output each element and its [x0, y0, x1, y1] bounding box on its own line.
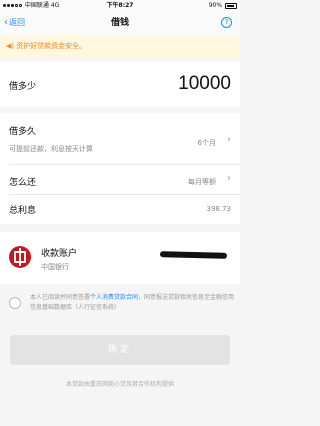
footer-note: 本贷款由重庆网商小贷及其合作机构提供 — [65, 381, 174, 388]
status-bar: 中国联通 4G 下午8:27 90% — [0, 0, 240, 11]
repayment-value: 每月等额 — [188, 178, 216, 186]
duration-label: 借多久 — [9, 127, 37, 137]
duration-hint: 可提前还款，利息按天计算 — [9, 145, 93, 153]
question-icon: ? — [224, 18, 229, 26]
redacted-account-number — [159, 251, 228, 259]
battery-icon — [225, 2, 237, 9]
notice-text: 资护好贷款资金安全。 — [16, 42, 87, 50]
confirm-button[interactable]: 确定 — [10, 335, 230, 365]
nav-bar: ‹返回 借钱 ? — [0, 11, 240, 35]
divider — [9, 194, 240, 195]
battery-info: 90% — [209, 0, 237, 11]
account-card[interactable]: 收款账户 中国银行 — [0, 232, 240, 284]
interest-label: 总利息 — [9, 206, 37, 216]
battery-percent: 90% — [208, 2, 223, 9]
duration-value: 6个月 — [197, 139, 216, 147]
account-title: 收款账户 — [41, 249, 78, 259]
repayment-label: 怎么还 — [9, 178, 37, 188]
interest-value: 398.73 — [206, 205, 232, 213]
agreement-prefix: 本人已阅读并同意签署 — [30, 294, 91, 301]
status-time: 下午8:27 — [106, 2, 134, 9]
page-title: 借钱 — [110, 18, 129, 28]
amount-input[interactable]: 10000 — [178, 73, 231, 95]
help-button[interactable]: ? — [221, 17, 232, 28]
speaker-icon: ◀) — [6, 42, 15, 50]
chevron-right-icon: › — [227, 134, 231, 145]
divider — [9, 164, 240, 165]
agree-checkbox[interactable] — [9, 297, 21, 309]
contract-link[interactable]: 个人消费贷款合同 — [90, 294, 138, 301]
amount-label: 借多少 — [9, 82, 37, 92]
bank-logo-icon — [9, 246, 31, 268]
chevron-right-icon: › — [227, 173, 231, 184]
header: 中国联通 4G 下午8:27 90% ‹返回 借钱 ? — [0, 0, 240, 35]
battery-fill — [227, 4, 234, 7]
loan-terms-card: 借多久 可提前还款，利息按天计算 6个月 › 怎么还 每月等额 › 总利息 39… — [0, 113, 240, 224]
security-notice: ◀) 资护好贷款资金安全。 — [0, 35, 240, 58]
agreement-text: 本人已阅读并同意签署个人消费贷款合同，同意报送贷款相关信息至金融信用信息基础数据… — [30, 293, 236, 313]
bank-name: 中国银行 — [41, 263, 69, 271]
